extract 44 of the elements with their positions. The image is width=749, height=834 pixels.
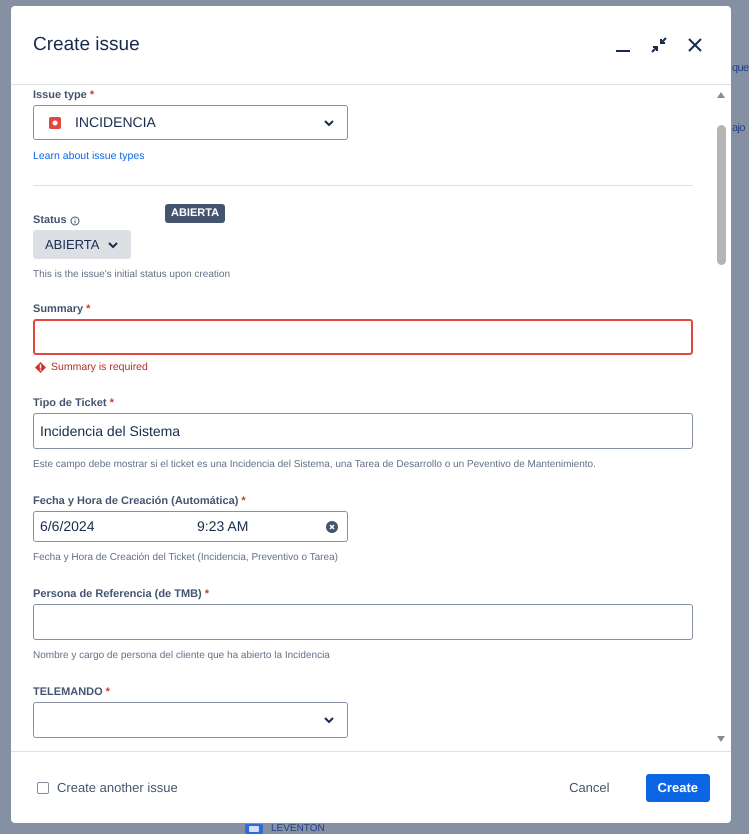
- issue-type-icon: [49, 116, 61, 128]
- checkbox[interactable]: [37, 782, 49, 794]
- learn-link[interactable]: Learn about issue types: [33, 150, 144, 162]
- required-asterisk: *: [90, 89, 94, 102]
- field-label: Fecha y Hora de Creación (Automática): [33, 495, 238, 508]
- date-time-field[interactable]: 6/6/2024 9:23 AM: [33, 511, 348, 542]
- create-button[interactable]: Create: [646, 774, 710, 802]
- scroll-up-icon: [716, 91, 726, 99]
- required-asterisk: *: [204, 588, 209, 601]
- dropdown-field[interactable]: [33, 702, 348, 738]
- required-asterisk: *: [106, 686, 110, 699]
- background-text: que: [732, 61, 749, 76]
- help-text: This is the issue's initial status upon creation: [33, 269, 232, 281]
- status-button[interactable]: ABIERTA: [33, 230, 132, 259]
- field-label: Summary: [33, 303, 84, 316]
- error-icon: [35, 362, 46, 372]
- scrollbar-thumb[interactable]: [716, 125, 726, 265]
- help-text: Fecha y Hora de Creación del Ticket (Incidencia, Preventivo o Tarea): [33, 552, 339, 564]
- text-field[interactable]: Incidencia del Sistema: [33, 413, 693, 449]
- scroll-down-icon: [716, 735, 726, 743]
- collapse-arrows-icon: [649, 35, 669, 55]
- clear-icon: [326, 520, 338, 532]
- dropdown-field[interactable]: INCIDENCIA: [33, 105, 348, 140]
- error-message: Summary is required: [51, 361, 148, 373]
- help-text: Nombre y cargo de persona del cliente que ha abierto la Incidencia: [33, 650, 331, 662]
- field-label: Issue type: [33, 89, 87, 102]
- field-label: Status: [33, 214, 67, 227]
- minimize-icon: [616, 50, 630, 52]
- required-asterisk: *: [241, 495, 246, 508]
- checkbox-label[interactable]: Create another issue: [57, 778, 178, 798]
- tooltip: ABIERTA: [165, 204, 226, 222]
- help-text: Este campo debe mostrar si el ticket es una Incidencia del Sistema, una Tarea de Desarrollo o un Peventivo de Mantenimiento.: [33, 459, 597, 471]
- text-field[interactable]: [33, 604, 693, 640]
- text-field[interactable]: [33, 319, 693, 355]
- cancel-button[interactable]: Cancel: [557, 774, 622, 802]
- field-label: Tipo de Ticket: [33, 397, 107, 410]
- dialog-title: Create issue: [33, 34, 141, 56]
- field-label: Persona de Referencia (de TMB): [33, 588, 202, 601]
- field-label: TELEMANDO: [33, 686, 103, 699]
- project-icon: [245, 824, 263, 834]
- required-asterisk: *: [110, 397, 114, 410]
- required-asterisk: *: [86, 303, 90, 316]
- info-icon: [70, 216, 80, 226]
- background-text: ajo: [732, 121, 745, 136]
